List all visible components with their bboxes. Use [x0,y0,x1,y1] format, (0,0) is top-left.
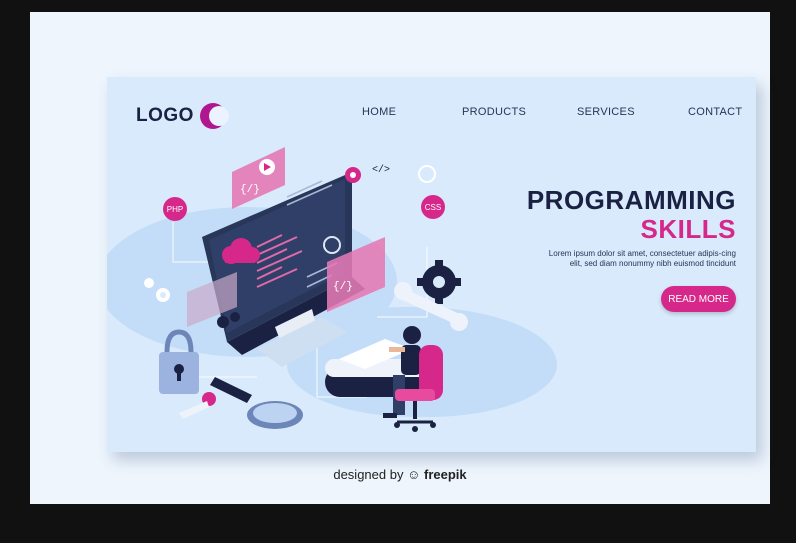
gear-icon [417,260,461,304]
crescent-logo-icon [199,103,229,129]
padlock-icon [159,329,199,394]
designer-credit[interactable]: designed by ☺ freepik [30,467,770,482]
php-badge: PHP [163,197,187,221]
svg-text:PHP: PHP [167,205,183,214]
nav-contact[interactable]: CONTACT [688,106,742,118]
css-badge: CSS [418,165,445,219]
hero-description: Lorem ipsum dolor sit amet, consectetuer… [548,249,736,268]
nav-products[interactable]: PRODUCTS [462,106,526,118]
svg-text:{/}: {/} [240,184,260,196]
freepik-logo-icon: ☺ [407,467,421,482]
logo-text: LOGO [136,105,194,126]
landing-card: {/} {/} PHP CSS </> LOGO HOME PRODUCTS S… [107,77,756,452]
credit-brand: freepik [424,467,467,482]
nav-home[interactable]: HOME [362,106,396,118]
magnifier-icon [210,377,303,429]
page-frame: {/} {/} PHP CSS </> LOGO HOME PRODUCTS S… [30,12,770,504]
brand-logo[interactable]: LOGO [136,102,230,130]
hero-title-line2: SKILLS [640,214,736,244]
svg-text:</>: </> [372,164,390,176]
nav-services[interactable]: SERVICES [577,106,635,118]
svg-text:CSS: CSS [425,203,441,212]
hero-title-line1: PROGRAMMING [526,185,736,215]
key-icon [179,392,216,419]
code-panel [232,147,285,209]
read-more-button[interactable]: READ MORE [661,286,736,312]
svg-text:{/}: {/} [333,281,353,293]
credit-prefix: designed by [333,467,404,482]
